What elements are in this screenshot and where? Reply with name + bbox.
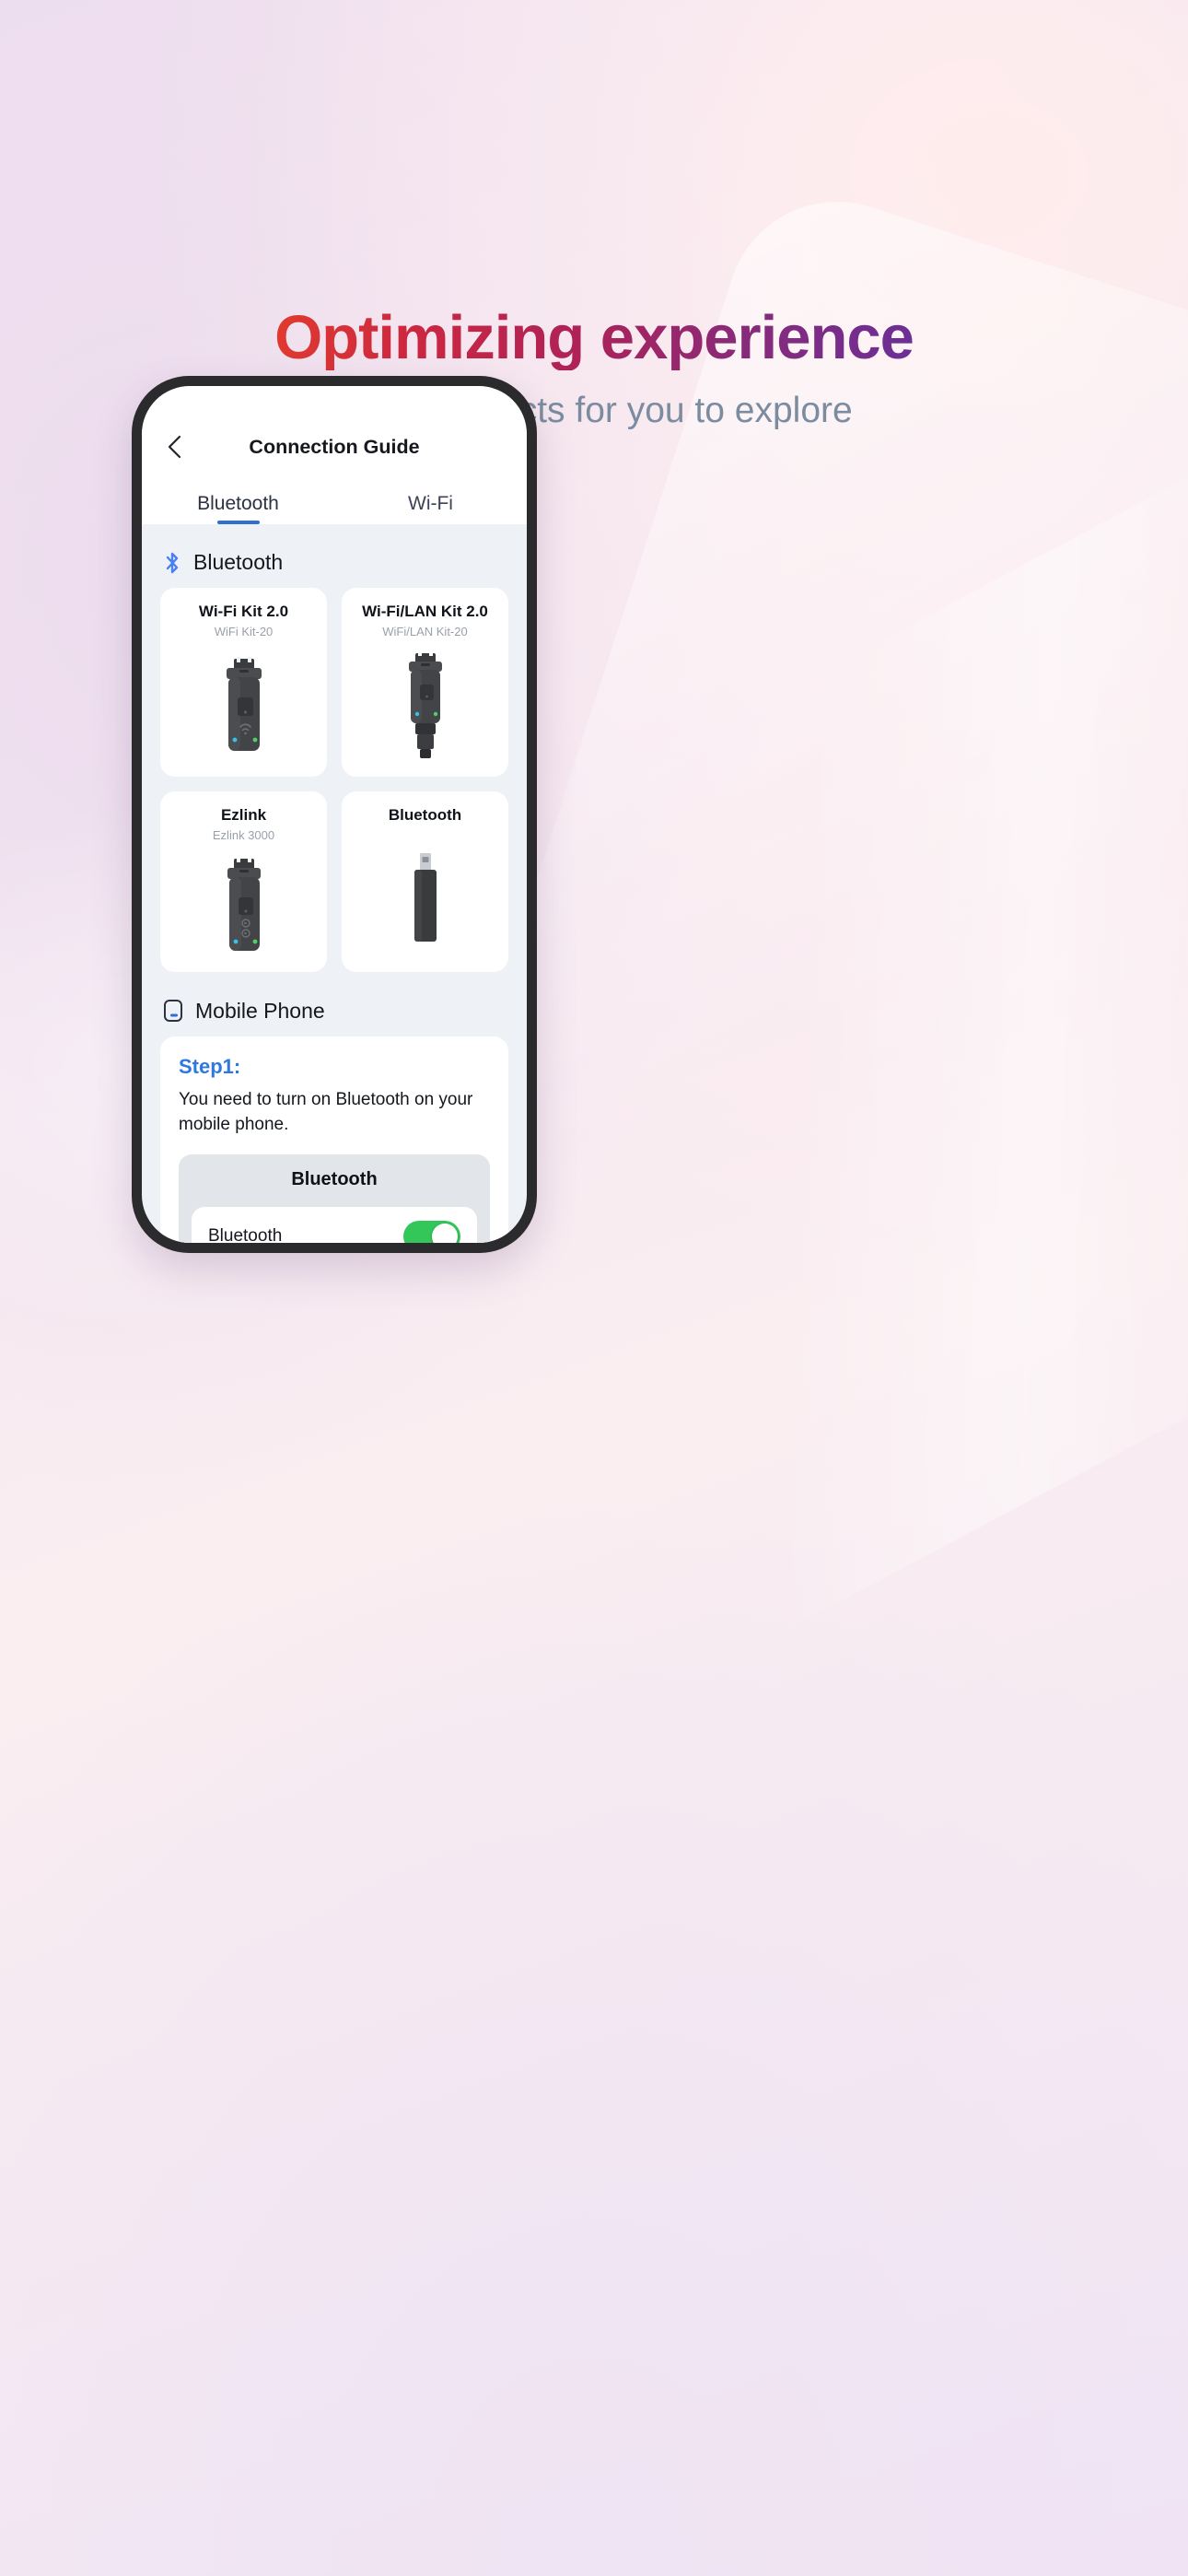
product-card-wifi-kit[interactable]: Wi-Fi Kit 2.0 WiFi Kit-20 bbox=[160, 588, 327, 777]
phone-screen: Connection Guide Bluetooth Wi-Fi Bluetoo… bbox=[142, 386, 527, 1243]
product-name: Wi-Fi/LAN Kit 2.0 bbox=[362, 603, 488, 620]
mobile-phone-icon bbox=[164, 1000, 182, 1022]
back-button[interactable] bbox=[158, 431, 190, 463]
product-card-bluetooth-adapter[interactable]: Bluetooth bbox=[342, 791, 508, 972]
tab-wifi-label: Wi-Fi bbox=[408, 493, 453, 514]
ezlink-dongle-image bbox=[227, 856, 261, 951]
step-description: You need to turn on Bluetooth on your mo… bbox=[179, 1090, 473, 1134]
bluetooth-setting-row[interactable]: Bluetooth bbox=[192, 1206, 477, 1243]
tab-wifi[interactable]: Wi-Fi bbox=[334, 493, 527, 524]
wifi-lan-kit-dongle-image bbox=[408, 651, 442, 758]
bluetooth-panel-title: Bluetooth bbox=[291, 1168, 378, 1189]
product-grid-row-1: Wi-Fi Kit 2.0 WiFi Kit-20 Wi-Fi/LAN Kit … bbox=[142, 588, 527, 777]
section-header-bluetooth: Bluetooth bbox=[142, 524, 527, 588]
wifi-kit-dongle-image bbox=[226, 657, 262, 751]
section-header-mobile-phone: Mobile Phone bbox=[142, 972, 527, 1036]
app-header: Connection Guide Bluetooth Wi-Fi bbox=[142, 386, 527, 524]
product-name: Bluetooth bbox=[388, 806, 462, 824]
nav-bar: Connection Guide bbox=[142, 421, 527, 473]
section-title-mobile-phone: Mobile Phone bbox=[195, 998, 325, 1023]
product-model: Ezlink 3000 bbox=[212, 828, 275, 842]
bluetooth-settings-panel: Bluetooth Bluetooth bbox=[179, 1153, 490, 1243]
chevron-left-icon bbox=[168, 435, 181, 459]
phone-mockup: Connection Guide Bluetooth Wi-Fi Bluetoo… bbox=[132, 376, 537, 1253]
app-content[interactable]: Bluetooth Wi-Fi Kit 2.0 WiFi Kit-20 Wi-F… bbox=[142, 524, 527, 1243]
bluetooth-icon bbox=[166, 552, 179, 573]
product-model: WiFi/LAN Kit-20 bbox=[382, 625, 468, 638]
product-card-ezlink[interactable]: Ezlink Ezlink 3000 bbox=[160, 791, 327, 972]
page-title-navbar: Connection Guide bbox=[249, 435, 420, 458]
toggle-knob bbox=[432, 1223, 458, 1243]
product-image-ezlink bbox=[219, 855, 269, 955]
tab-bluetooth-label: Bluetooth bbox=[197, 493, 279, 514]
product-name: Wi-Fi Kit 2.0 bbox=[198, 603, 289, 620]
section-title-bluetooth: Bluetooth bbox=[193, 550, 284, 574]
product-image-wifi-lan-kit bbox=[401, 651, 450, 760]
tab-active-indicator bbox=[216, 521, 260, 524]
product-name: Ezlink bbox=[220, 806, 267, 824]
bluetooth-setting-label: Bluetooth bbox=[208, 1225, 283, 1243]
product-image-bluetooth-adapter bbox=[406, 841, 445, 955]
page-title: Optimizing experience bbox=[274, 303, 914, 372]
step-title: Step1: bbox=[179, 1055, 241, 1078]
product-image-wifi-kit bbox=[218, 651, 270, 760]
product-model: WiFi Kit-20 bbox=[214, 625, 274, 638]
product-grid-row-2: Ezlink Ezlink 3000 Bluetooth bbox=[142, 791, 527, 972]
step-card: Step1: You need to turn on Bluetooth on … bbox=[160, 1036, 508, 1243]
usb-bluetooth-adapter-image bbox=[413, 853, 437, 942]
product-card-wifi-lan-kit[interactable]: Wi-Fi/LAN Kit 2.0 WiFi/LAN Kit-20 bbox=[342, 588, 508, 777]
tab-bluetooth[interactable]: Bluetooth bbox=[142, 493, 334, 524]
tab-bar: Bluetooth Wi-Fi bbox=[142, 493, 527, 524]
bluetooth-toggle-switch[interactable] bbox=[403, 1220, 460, 1243]
